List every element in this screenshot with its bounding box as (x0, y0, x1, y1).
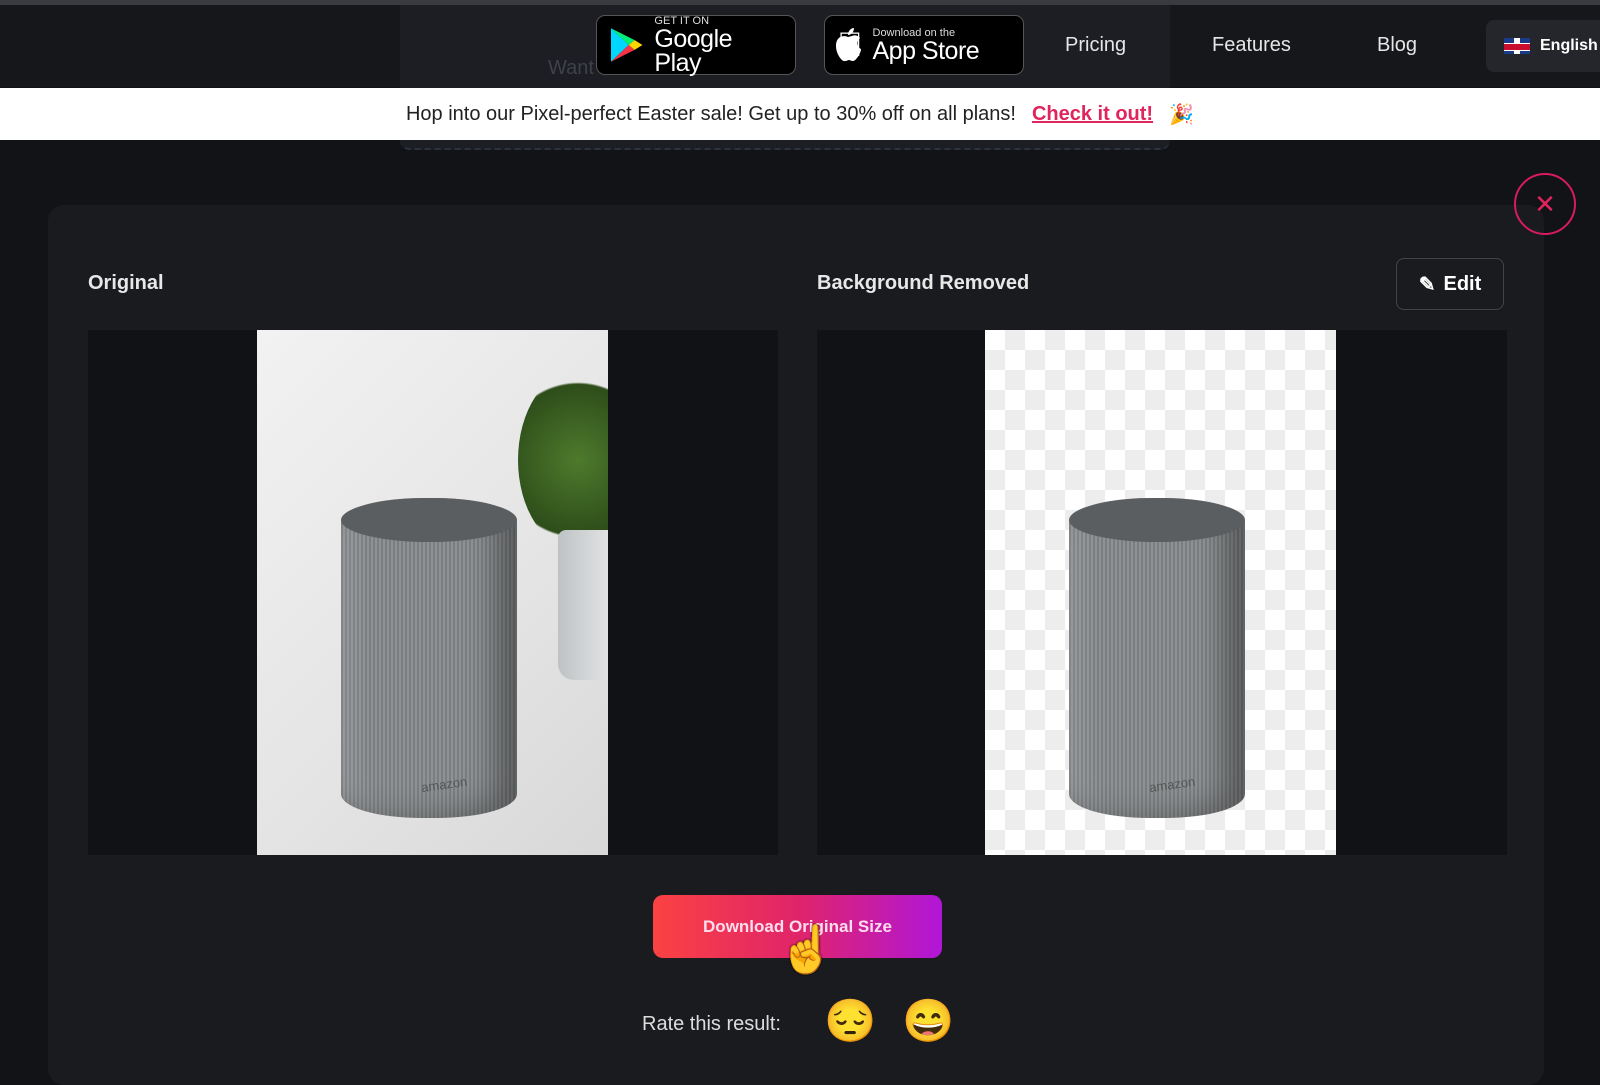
nav-features[interactable]: Features (1212, 34, 1291, 57)
google-play-icon (610, 28, 643, 62)
promo-text: Hop into our Pixel-perfect Easter sale! … (405, 102, 1016, 125)
apple-icon (835, 28, 861, 62)
rate-label: Rate this result: (642, 1013, 781, 1035)
rate-sad-button[interactable]: 😔 (824, 997, 876, 1046)
nav-blog[interactable]: Blog (1377, 34, 1417, 57)
plant (518, 370, 608, 550)
background-removed-image: amazon (985, 330, 1336, 855)
speaker: amazon (1069, 498, 1245, 818)
pencil-icon: ✎ (1418, 273, 1436, 296)
party-icon: 🎉 (1169, 103, 1194, 126)
promo-banner: Hop into our Pixel-perfect Easter sale! … (0, 88, 1600, 140)
original-image: amazon (257, 330, 608, 855)
close-button[interactable]: ✕ (1514, 173, 1576, 235)
close-icon: ✕ (1534, 188, 1556, 219)
google-play-badge[interactable]: GET IT ON Google Play (596, 15, 796, 76)
original-label: Original (88, 272, 164, 294)
pot (558, 530, 608, 680)
language-selector[interactable]: English (1486, 20, 1600, 72)
speaker: amazon (341, 498, 517, 818)
promo-link[interactable]: Check it out! (1032, 103, 1153, 126)
hand-cursor-icon: ☝ (778, 923, 836, 975)
edit-button[interactable]: ✎ Edit (1396, 258, 1504, 310)
removed-label: Background Removed (817, 272, 1030, 294)
rate-happy-button[interactable]: 😄 (902, 997, 954, 1046)
app-store-badge[interactable]:  Download on theApp Store (824, 15, 1024, 75)
nav-pricing[interactable]: Pricing (1065, 34, 1126, 57)
uk-flag-icon (1504, 38, 1530, 54)
